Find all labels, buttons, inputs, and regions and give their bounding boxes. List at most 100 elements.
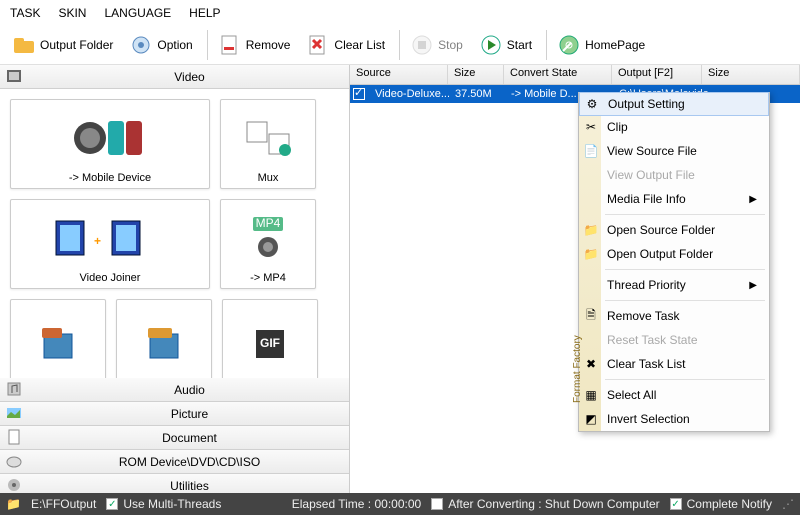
menu-thread-priority[interactable]: Thread Priority ▶ (579, 273, 769, 297)
output-folder-label: Output Folder (40, 38, 113, 52)
task-list-header: Source Size Convert State Output [F2] Si… (350, 65, 800, 85)
tile-gif[interactable]: GIF (222, 299, 318, 378)
tile-mp4-label: -> MP4 (250, 272, 286, 284)
webm-icon (144, 304, 184, 378)
clear-list-button[interactable]: Clear List (300, 31, 391, 59)
menu-thread-priority-label: Thread Priority (607, 278, 686, 292)
menu-help[interactable]: HELP (189, 6, 220, 20)
menu-view-output-label: View Output File (607, 168, 695, 182)
category-document[interactable]: Document (0, 426, 349, 450)
menu-language[interactable]: LANGUAGE (104, 6, 171, 20)
multi-threads-toggle[interactable]: ✓ Use Multi-Threads (106, 497, 221, 511)
col-size[interactable]: Size (448, 65, 504, 84)
stop-icon (410, 33, 434, 57)
category-picture[interactable]: Picture (0, 402, 349, 426)
col-convert[interactable]: Convert State (504, 65, 612, 84)
tile-mobile-device[interactable]: -> Mobile Device (10, 99, 210, 189)
status-elapsed: Elapsed Time : 00:00:00 (292, 497, 421, 511)
menu-view-source[interactable]: 📄View Source File (579, 139, 769, 163)
menu-separator (605, 379, 765, 380)
separator (546, 30, 547, 60)
checkbox-icon: ✓ (106, 498, 118, 510)
chevron-right-icon: ▶ (749, 280, 757, 291)
category-utilities-label: Utilities (30, 479, 349, 493)
tile-mkv[interactable] (10, 299, 106, 378)
menu-open-output-folder[interactable]: 📁 Open Output Folder (579, 242, 769, 266)
gear-icon (129, 33, 153, 57)
remove-label: Remove (246, 38, 291, 52)
category-audio[interactable]: Audio (0, 378, 349, 402)
left-panel: Video -> Mobile Device Mux + Video Joine… (0, 65, 350, 498)
after-converting-label: After Converting : Shut Down Computer (448, 497, 659, 511)
remove-button[interactable]: Remove (212, 31, 297, 59)
menu-skin[interactable]: SKIN (58, 6, 86, 20)
menu-media-info[interactable]: Media File Info▶ (579, 187, 769, 211)
remove-icon (218, 33, 242, 57)
svg-text:GIF: GIF (260, 336, 280, 350)
separator (207, 30, 208, 60)
separator (399, 30, 400, 60)
menu-clip[interactable]: ✂ Clip (579, 115, 769, 139)
menu-output-setting-label: Output Setting (608, 97, 685, 111)
homepage-label: HomePage (585, 38, 645, 52)
mkv-icon (38, 304, 78, 378)
category-rom[interactable]: ROM Device\DVD\CD\ISO (0, 450, 349, 474)
clear-list-label: Clear List (334, 38, 385, 52)
menu-separator (605, 300, 765, 301)
menu-open-output-folder-label: Open Output Folder (607, 247, 713, 261)
tile-webm[interactable] (116, 299, 212, 378)
menu-select-all-label: Select All (607, 388, 656, 402)
col-source[interactable]: Source (350, 65, 448, 84)
row-size: 37.50M (449, 87, 505, 101)
video-icon (6, 68, 24, 86)
category-video[interactable]: Video (0, 65, 349, 89)
status-output-path[interactable]: E:\FFOutput (31, 497, 96, 511)
menu-invert-selection[interactable]: ◩Invert Selection (579, 407, 769, 431)
folder-icon: 📁 (6, 497, 21, 511)
clip-icon: ✂ (583, 119, 599, 135)
menu-task[interactable]: TASK (10, 6, 40, 20)
tile-video-joiner[interactable]: + Video Joiner (10, 199, 210, 289)
resize-grip-icon[interactable]: ⋰ (782, 497, 794, 511)
tile-joiner-label: Video Joiner (80, 272, 141, 284)
folder-icon: 📁 (583, 222, 599, 238)
col-size2[interactable]: Size (702, 65, 800, 84)
start-label: Start (507, 38, 532, 52)
option-button[interactable]: Option (123, 31, 198, 59)
tile-mux[interactable]: Mux (220, 99, 316, 189)
chevron-right-icon: ▶ (749, 194, 757, 205)
option-label: Option (157, 38, 192, 52)
file-icon: 📄 (583, 143, 599, 159)
menu-clip-label: Clip (607, 120, 628, 134)
category-rom-label: ROM Device\DVD\CD\ISO (30, 455, 349, 469)
start-button[interactable]: Start (473, 31, 538, 59)
menu-clear-task-list[interactable]: ✖ Clear Task List (579, 352, 769, 376)
output-folder-button[interactable]: Output Folder (6, 31, 119, 59)
menu-select-all[interactable]: ▦Select All (579, 383, 769, 407)
folder-icon: 📁 (583, 246, 599, 262)
menu-separator (605, 214, 765, 215)
stop-button[interactable]: Stop (404, 31, 469, 59)
complete-notify-toggle[interactable]: ✓Complete Notify (670, 497, 772, 511)
clear-icon: ✖ (583, 356, 599, 372)
col-output[interactable]: Output [F2] (612, 65, 702, 84)
category-document-label: Document (30, 431, 349, 445)
joiner-icon: + (50, 204, 170, 272)
tile-mp4[interactable]: MP4 -> MP4 (220, 199, 316, 289)
svg-text:+: + (94, 234, 101, 248)
category-picture-label: Picture (30, 407, 349, 421)
gif-icon: GIF (250, 304, 290, 378)
multi-threads-label: Use Multi-Threads (123, 497, 221, 511)
menu-open-source-folder-label: Open Source Folder (607, 223, 715, 237)
after-converting-toggle[interactable]: ✓After Converting : Shut Down Computer (431, 497, 659, 511)
tile-mobile-label: -> Mobile Device (69, 172, 151, 184)
reset-icon (583, 332, 599, 348)
menu-open-source-folder[interactable]: 📁 Open Source Folder (579, 218, 769, 242)
row-source: Video-Deluxe... (369, 87, 449, 101)
menu-remove-task[interactable]: 🗎Remove Task (579, 304, 769, 328)
homepage-button[interactable]: HomePage (551, 31, 651, 59)
folder-icon (12, 33, 36, 57)
menu-clear-task-list-label: Clear Task List (607, 357, 685, 371)
menu-output-setting[interactable]: ⚙Output Setting (579, 92, 769, 116)
row-checkbox[interactable] (353, 88, 365, 100)
